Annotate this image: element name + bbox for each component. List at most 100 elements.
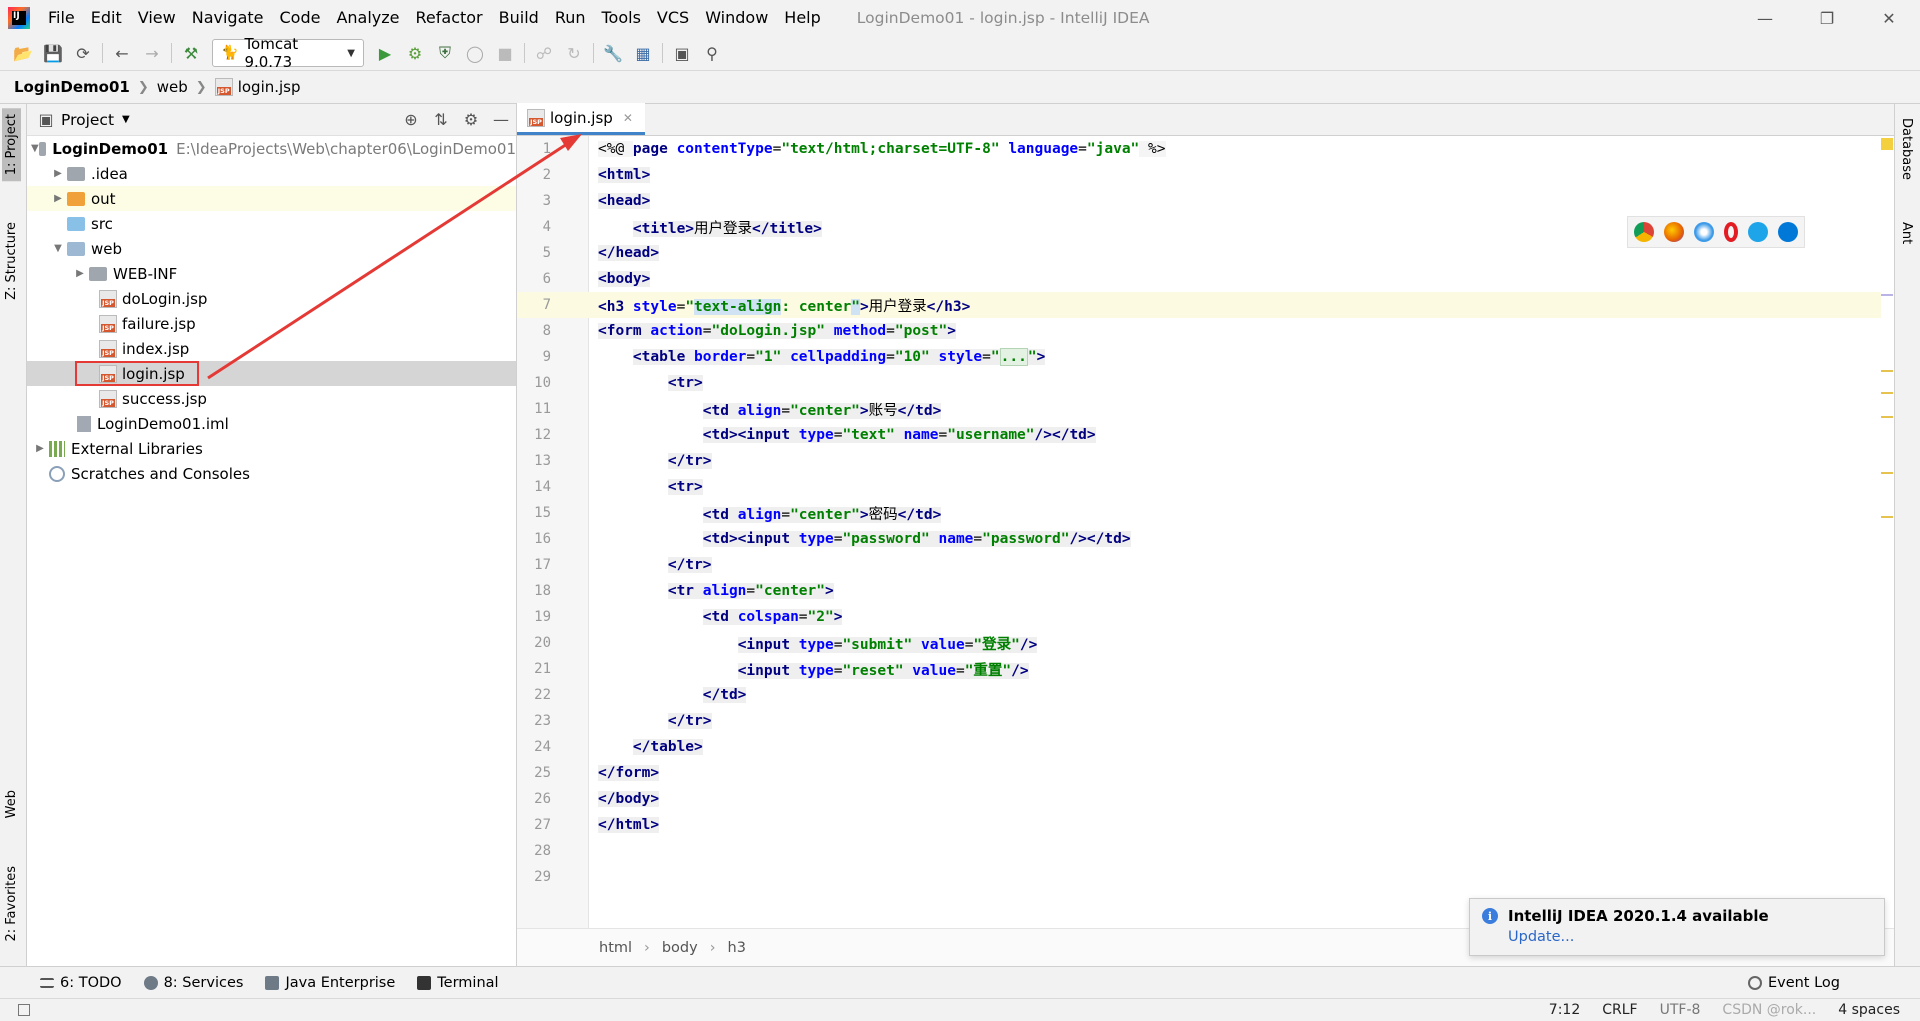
indent-setting[interactable]: 4 spaces — [1838, 1002, 1900, 1018]
error-stripe[interactable] — [1880, 136, 1894, 928]
code-line[interactable]: 14 <tr> — [517, 474, 1881, 500]
firefox-icon[interactable] — [1664, 222, 1684, 242]
menu-file[interactable]: File — [40, 0, 83, 36]
error-stripe-mark[interactable] — [1881, 392, 1893, 394]
save-icon[interactable]: 💾 — [38, 39, 68, 67]
project-panel-title[interactable]: Project — [61, 111, 114, 129]
breadcrumb-body[interactable]: body — [662, 940, 698, 956]
tree-item-login[interactable]: JSP login.jsp — [27, 361, 516, 386]
code-line[interactable]: 21 <input type="reset" value="重置"/> — [517, 656, 1881, 682]
menu-navigate[interactable]: Navigate — [184, 0, 272, 36]
chevron-right-icon[interactable]: ▶ — [31, 443, 49, 454]
menu-edit[interactable]: Edit — [83, 0, 130, 36]
code-line[interactable]: 2 <html> — [517, 162, 1881, 188]
code-line[interactable]: 23 </tr> — [517, 708, 1881, 734]
menu-analyze[interactable]: Analyze — [328, 0, 407, 36]
code-line[interactable]: 19 <td colspan="2"> — [517, 604, 1881, 630]
tab-ant[interactable]: Ant — [1899, 222, 1914, 244]
close-icon[interactable]: ✕ — [623, 111, 633, 125]
code-line-current[interactable]: 7 <h3 style="text-align: center">用户登录</h… — [517, 292, 1881, 318]
attach-debugger-icon[interactable]: ☍ — [529, 39, 559, 67]
coverage-icon[interactable]: ⛨ — [430, 39, 460, 67]
tree-item-src[interactable]: src — [27, 211, 516, 236]
code-line[interactable]: 1 <%@ page contentType="text/html;charse… — [517, 136, 1881, 162]
code-line[interactable]: 27 </html> — [517, 812, 1881, 838]
chevron-down-icon[interactable]: ▼ — [31, 143, 39, 154]
back-icon[interactable]: ← — [107, 39, 137, 67]
menu-view[interactable]: View — [130, 0, 184, 36]
tool-services[interactable]: 8: Services — [143, 975, 243, 991]
tree-item-out[interactable]: ▶ out — [27, 186, 516, 211]
error-stripe-mark[interactable] — [1881, 416, 1893, 418]
search-icon[interactable]: ⚲ — [697, 39, 727, 67]
project-structure-icon[interactable]: ▦ — [628, 39, 658, 67]
menu-code[interactable]: Code — [272, 0, 329, 36]
code-line[interactable]: 17 </tr> — [517, 552, 1881, 578]
chevron-right-icon[interactable]: ▶ — [71, 268, 89, 279]
safari-icon[interactable] — [1694, 222, 1714, 242]
open-folder-icon[interactable]: 📂 — [8, 39, 38, 67]
code-line[interactable]: 3 <head> — [517, 188, 1881, 214]
chevron-down-icon[interactable]: ▼ — [122, 114, 130, 125]
run-icon[interactable]: ▶ — [370, 39, 400, 67]
chevron-right-icon[interactable]: ▶ — [49, 193, 67, 204]
tree-item-success[interactable]: JSP success.jsp — [27, 386, 516, 411]
hide-panel-icon[interactable]: — — [486, 106, 516, 134]
tab-database[interactable]: Database — [1899, 118, 1914, 180]
locate-target-icon[interactable]: ⊕ — [396, 106, 426, 134]
presentation-icon[interactable]: ▣ — [667, 39, 697, 67]
analysis-status-icon[interactable] — [1881, 138, 1893, 150]
collapse-all-icon[interactable]: ⇅ — [426, 106, 456, 134]
tab-web[interactable]: Web — [2, 784, 21, 824]
file-encoding[interactable]: UTF-8 — [1660, 1002, 1701, 1018]
code-line[interactable]: 9 <table border="1" cellpadding="10" sty… — [517, 344, 1881, 370]
line-separator[interactable]: CRLF — [1602, 1002, 1637, 1018]
editor-tab-login[interactable]: JSP login.jsp ✕ — [517, 103, 645, 135]
edge-icon[interactable] — [1778, 222, 1798, 242]
settings-wrench-icon[interactable]: 🔧 — [598, 39, 628, 67]
tool-todo[interactable]: 6: TODO — [40, 975, 122, 991]
code-line[interactable]: 10 <tr> — [517, 370, 1881, 396]
restore-icon[interactable]: ❐ — [1796, 0, 1858, 36]
tree-item-external-libraries[interactable]: ▶ External Libraries — [27, 436, 516, 461]
tab-project[interactable]: 1: Project — [2, 108, 21, 182]
breadcrumb-html[interactable]: html — [599, 940, 632, 956]
code-line[interactable]: 12 <td><input type="text" name="username… — [517, 422, 1881, 448]
nav-crumb-web[interactable]: web — [157, 78, 188, 96]
error-stripe-mark[interactable] — [1881, 516, 1893, 518]
internet-explorer-icon[interactable] — [1748, 222, 1768, 242]
caret-position[interactable]: 7:12 — [1549, 1002, 1580, 1018]
tree-item-failure[interactable]: JSP failure.jsp — [27, 311, 516, 336]
tree-item-idea[interactable]: ▶ .idea — [27, 161, 516, 186]
code-line[interactable]: 22 </td> — [517, 682, 1881, 708]
menu-refactor[interactable]: Refactor — [408, 0, 491, 36]
code-line[interactable]: 28 — [517, 838, 1881, 864]
sync-icon[interactable]: ⟳ — [68, 39, 98, 67]
forward-icon[interactable]: → — [137, 39, 167, 67]
toggle-tool-windows-icon[interactable] — [18, 1004, 30, 1016]
code-line[interactable]: 6 <body> — [517, 266, 1881, 292]
tree-item-iml[interactable]: LoginDemo01.iml — [27, 411, 516, 436]
menu-tools[interactable]: Tools — [594, 0, 649, 36]
tab-favorites[interactable]: 2: Favorites — [2, 860, 21, 948]
close-icon[interactable]: ✕ — [1858, 0, 1920, 36]
menu-window[interactable]: Window — [697, 0, 776, 36]
minimize-icon[interactable]: — — [1734, 0, 1796, 36]
profile-icon[interactable]: ◯ — [460, 39, 490, 67]
chrome-icon[interactable] — [1634, 222, 1654, 242]
tree-item-scratches[interactable]: Scratches and Consoles — [27, 461, 516, 486]
debug-bug-icon[interactable]: ⚙ — [400, 39, 430, 67]
tab-structure[interactable]: Z: Structure — [2, 216, 21, 306]
update-link[interactable]: Update... — [1508, 929, 1872, 945]
error-stripe-mark[interactable] — [1881, 370, 1893, 372]
breadcrumb-h3[interactable]: h3 — [728, 940, 746, 956]
code-line[interactable]: 18 <tr align="center"> — [517, 578, 1881, 604]
tool-event-log[interactable]: Event Log — [1747, 975, 1840, 991]
tree-item-root[interactable]: ▼ LoginDemo01 E:\IdeaProjects\Web\chapte… — [27, 136, 516, 161]
tree-item-web[interactable]: ▼ web — [27, 236, 516, 261]
code-line[interactable]: 11 <td align="center">账号</td> — [517, 396, 1881, 422]
error-stripe-mark[interactable] — [1881, 472, 1893, 474]
update-app-icon[interactable]: ↻ — [559, 39, 589, 67]
tool-java-enterprise[interactable]: Java Enterprise — [265, 975, 395, 991]
code-line[interactable]: 16 <td><input type="password" name="pass… — [517, 526, 1881, 552]
